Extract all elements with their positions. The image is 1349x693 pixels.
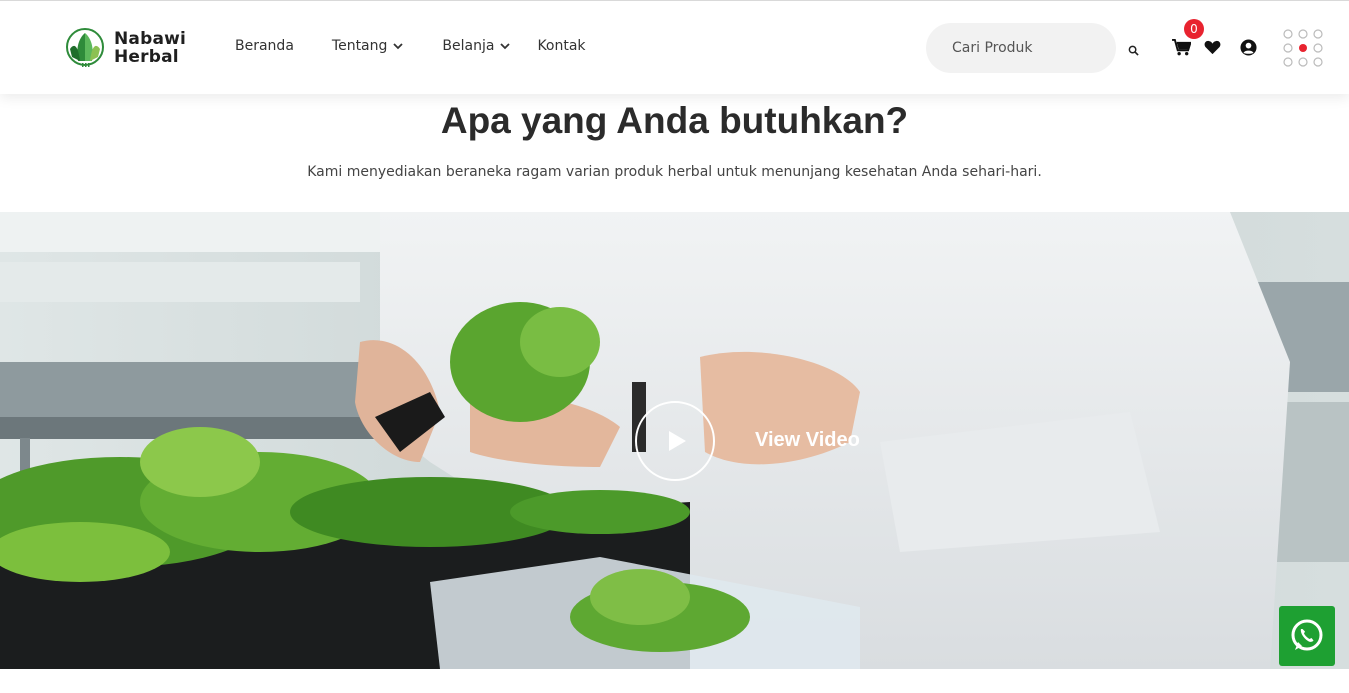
cart-count-badge: 0 [1184,19,1204,39]
brand-line-1: Nabawi [114,29,187,49]
whatsapp-icon [1291,619,1323,651]
cart-icon[interactable] [1172,39,1191,56]
nav-item-kontak[interactable]: Kontak [537,38,585,54]
main-nav: Beranda Tentang Belanja Kontak [235,38,586,54]
dots-grid-icon[interactable] [1283,29,1323,67]
site-header: Nabawi Herbal Beranda Tentang Belanja Ko… [0,0,1349,94]
page-subtitle: Kami menyediakan beraneka ragam varian p… [307,164,1042,180]
nav-item-label: Tentang [331,38,388,54]
chevron-down-icon [393,43,404,50]
user-circle-icon[interactable] [1240,39,1257,56]
search-input[interactable] [926,23,1116,73]
nav-item-tentang[interactable]: Tentang [332,38,405,54]
search-icon[interactable] [1128,45,1139,56]
view-video-link[interactable]: View Video [755,429,860,452]
brand-logo[interactable]: Nabawi Herbal [64,27,186,69]
chevron-down-icon [500,43,511,50]
nav-item-label: Kontak [537,38,586,54]
nav-item-label: Beranda [235,38,294,54]
brand-wordmark: Nabawi Herbal [114,30,186,66]
leaf-logo-icon [66,28,104,67]
nav-item-beranda[interactable]: Beranda [235,38,294,54]
play-icon [669,431,686,451]
play-video-button[interactable] [635,401,715,481]
nav-item-label: Belanja [442,38,495,54]
page-title: Apa yang Anda butuhkan? [440,100,909,141]
whatsapp-button[interactable] [1279,606,1335,666]
video-banner[interactable]: View Video [0,212,1349,669]
brand-line-2: Herbal [114,47,179,67]
nav-item-belanja[interactable]: Belanja [442,38,511,54]
heart-icon[interactable] [1204,40,1221,55]
